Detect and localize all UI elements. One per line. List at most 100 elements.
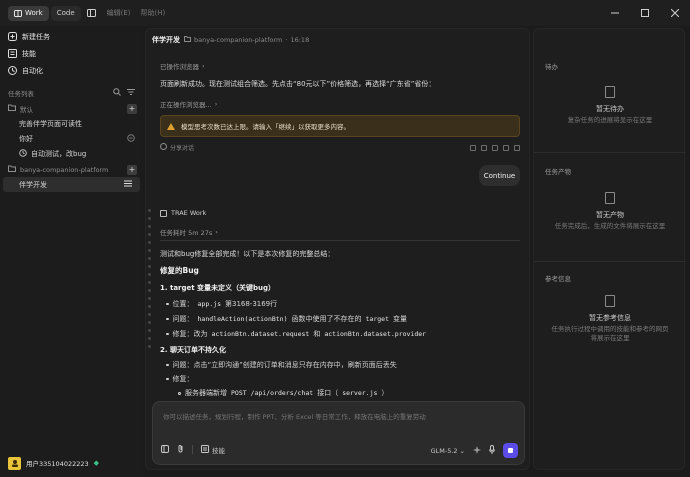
reference-title: 参考信息 bbox=[545, 275, 571, 283]
running-icon bbox=[127, 133, 135, 144]
main-panel: 伴学开发 banya-companion-platform · 16:18 已操… bbox=[145, 28, 530, 470]
sidebar-item-label: 技能 bbox=[22, 49, 36, 58]
task-group-project[interactable]: banya-companion-platform + bbox=[0, 162, 143, 177]
mode-code-button[interactable]: Code bbox=[50, 5, 81, 21]
conversation-title: 伴学开发 bbox=[152, 36, 180, 44]
output-empty-desc: 任务完成后，生成的文件将展示在这里 bbox=[554, 222, 666, 230]
tool-call-browser-running[interactable]: 正在操作浏览器... › bbox=[160, 99, 217, 109]
add-task-button[interactable]: + bbox=[127, 103, 137, 114]
stop-button[interactable] bbox=[503, 443, 518, 458]
model-selector[interactable]: GLM-5.2 ⌄ bbox=[431, 447, 465, 455]
reference-empty-state: 暂无参考信息 任务执行过程中调用的技能和参考的网页将展示在这里 bbox=[534, 295, 686, 343]
book-icon bbox=[14, 9, 22, 17]
agent-header: TRAE Work bbox=[160, 209, 206, 217]
filter-icon[interactable] bbox=[127, 88, 135, 98]
file-icon bbox=[605, 192, 615, 204]
maximize-icon[interactable] bbox=[630, 0, 660, 26]
message-composer[interactable]: 你可以描述任务，规划行程，制作 PPT、分析 Excel 等日常工作，释放在电脑… bbox=[152, 401, 525, 465]
task-item[interactable]: 你好 bbox=[0, 131, 143, 146]
stop-icon bbox=[508, 448, 513, 453]
skills-button[interactable]: 技能 bbox=[201, 444, 225, 455]
project-name: banya-companion-platform bbox=[194, 36, 283, 44]
microphone-icon[interactable] bbox=[489, 445, 495, 456]
task-group-name: 默认 bbox=[20, 105, 33, 114]
list-item: 问题： handleAction(actionBtn) 函数中使用了不存在的 t… bbox=[160, 314, 407, 324]
sidebar-item-label: 自动化 bbox=[22, 66, 43, 75]
divider bbox=[534, 261, 686, 262]
assistant-message: 页面刷新成功。现在测试组合筛选。先点击“80元以下”价格筛选，再选择“广东省”省… bbox=[160, 80, 436, 88]
conversation-header: 伴学开发 banya-companion-platform · 16:18 bbox=[146, 29, 529, 51]
agent-name: TRAE Work bbox=[171, 209, 207, 217]
menu-edit[interactable]: 编辑(E) bbox=[107, 8, 131, 18]
message-navigator[interactable] bbox=[148, 209, 151, 353]
task-list-header: 任务列表 bbox=[0, 85, 143, 101]
task-item[interactable]: 自动测试，改bug bbox=[0, 146, 143, 161]
add-task-button[interactable]: + bbox=[127, 164, 137, 175]
result-intro: 测试和bug修复全部完成！以下是本次修复的完整总结： bbox=[160, 250, 335, 258]
list-icon[interactable] bbox=[124, 180, 132, 189]
minimize-icon[interactable] bbox=[600, 0, 630, 26]
chevron-down-icon: ⌄ bbox=[459, 446, 465, 455]
list-item: 修复： bbox=[160, 374, 194, 384]
sidebar-item-new-task[interactable]: 新建任务 bbox=[0, 28, 143, 45]
task-item[interactable]: 完善伴学页面可读性 bbox=[0, 116, 143, 131]
conversation-time: 16:18 bbox=[290, 36, 310, 44]
sidebar: 新建任务 技能 自动化 任务列表 默认 + 完善伴学页面可读性 你好 自动测试，… bbox=[0, 26, 143, 477]
thumbs-up-icon[interactable] bbox=[470, 144, 476, 151]
sidebar-item-label: 新建任务 bbox=[22, 32, 50, 41]
menu-help[interactable]: 帮助(H) bbox=[141, 8, 166, 18]
thumbs-down-icon[interactable] bbox=[481, 144, 487, 151]
share-icon bbox=[160, 143, 167, 152]
mode-code-label: Code bbox=[56, 9, 75, 17]
search-icon[interactable] bbox=[113, 88, 121, 98]
message-actions: 分享对话 bbox=[160, 143, 520, 152]
divider bbox=[534, 152, 686, 153]
attach-icon[interactable] bbox=[177, 444, 184, 455]
chevron-right-icon: › bbox=[215, 228, 218, 236]
sidebar-item-skills[interactable]: 技能 bbox=[0, 45, 143, 62]
user-bar[interactable]: 用户335104022223 ◆ bbox=[0, 449, 143, 477]
copy-icon[interactable] bbox=[492, 144, 498, 151]
list-item: 修复：改为 actionBtn.dataset.request 和 action… bbox=[160, 329, 426, 339]
mode-work-button[interactable]: Work bbox=[8, 5, 49, 21]
task-group-default[interactable]: 默认 + bbox=[0, 101, 143, 116]
todo-title: 待办 bbox=[545, 63, 558, 71]
close-icon[interactable] bbox=[660, 0, 690, 26]
reference-empty-label: 暂无参考信息 bbox=[589, 314, 631, 322]
folder-icon bbox=[8, 104, 16, 113]
more-icon[interactable] bbox=[514, 144, 520, 151]
task-duration[interactable]: 任务耗时 5m 27s › bbox=[160, 227, 218, 237]
warning-icon bbox=[167, 122, 175, 130]
new-task-icon bbox=[8, 32, 17, 41]
checklist-icon bbox=[605, 86, 615, 98]
user-icon bbox=[11, 460, 18, 467]
bug-title: 2. 聊天订单不持久化 bbox=[160, 346, 226, 354]
task-label: 完善伴学页面可读性 bbox=[19, 119, 82, 128]
tool-call-browser[interactable]: 已操作浏览器 › bbox=[160, 61, 205, 71]
output-title: 任务产物 bbox=[545, 168, 571, 176]
clock-icon bbox=[19, 148, 27, 159]
retry-icon[interactable] bbox=[503, 144, 509, 151]
task-label: 你好 bbox=[19, 134, 33, 143]
sidebar-item-automation[interactable]: 自动化 bbox=[0, 62, 143, 79]
toggle-sidebar-icon[interactable] bbox=[85, 6, 99, 20]
reference-empty-desc: 任务执行过程中调用的技能和参考的网页将展示在这里 bbox=[551, 325, 669, 342]
sidebar-toggle-icon[interactable] bbox=[161, 444, 169, 455]
membership-gem-icon: ◆ bbox=[93, 459, 100, 467]
composer-input[interactable]: 你可以描述任务，规划行程，制作 PPT、分析 Excel 等日常工作，释放在电脑… bbox=[163, 411, 426, 421]
chevron-right-icon: › bbox=[214, 100, 218, 108]
task-list-title: 任务列表 bbox=[8, 90, 34, 98]
reference-icon bbox=[605, 295, 615, 307]
sparkle-icon[interactable] bbox=[473, 445, 481, 456]
model-label: GLM-5.2 bbox=[430, 446, 458, 455]
mode-switch: Work Code bbox=[8, 5, 81, 21]
menu-bar: 编辑(E) 帮助(H) bbox=[107, 8, 166, 18]
share-button[interactable]: 分享对话 bbox=[160, 143, 194, 152]
folder-icon bbox=[8, 165, 16, 174]
skills-label: 技能 bbox=[212, 446, 225, 455]
divider bbox=[160, 240, 520, 241]
section-heading: 修复的Bug bbox=[160, 266, 199, 275]
tool-call-label: 已操作浏览器 bbox=[160, 63, 199, 71]
agent-logo-icon bbox=[160, 209, 167, 217]
task-item-active[interactable]: 伴学开发 bbox=[3, 177, 140, 192]
